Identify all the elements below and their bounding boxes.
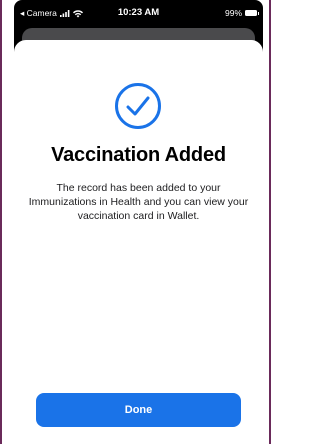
sheet-title: Vaccination Added <box>51 144 226 166</box>
right-border <box>269 0 271 444</box>
status-right: 99% <box>224 8 259 18</box>
checkmark-circle-icon <box>115 83 161 129</box>
sheet-message: The record has been added to your Immuni… <box>28 182 249 222</box>
vaccination-added-sheet: Vaccination Added The record has been ad… <box>14 40 263 444</box>
screenshot-frame: ◂ Camera 10:23 AM 99% Vaccination Added … <box>0 0 271 444</box>
left-border <box>0 0 2 444</box>
status-bar: ◂ Camera 10:23 AM 99% <box>14 0 263 28</box>
battery-icon <box>245 10 259 16</box>
done-button[interactable]: Done <box>36 393 241 427</box>
phone-screen: ◂ Camera 10:23 AM 99% Vaccination Added … <box>14 0 263 444</box>
battery-percent: 99% <box>224 8 242 18</box>
